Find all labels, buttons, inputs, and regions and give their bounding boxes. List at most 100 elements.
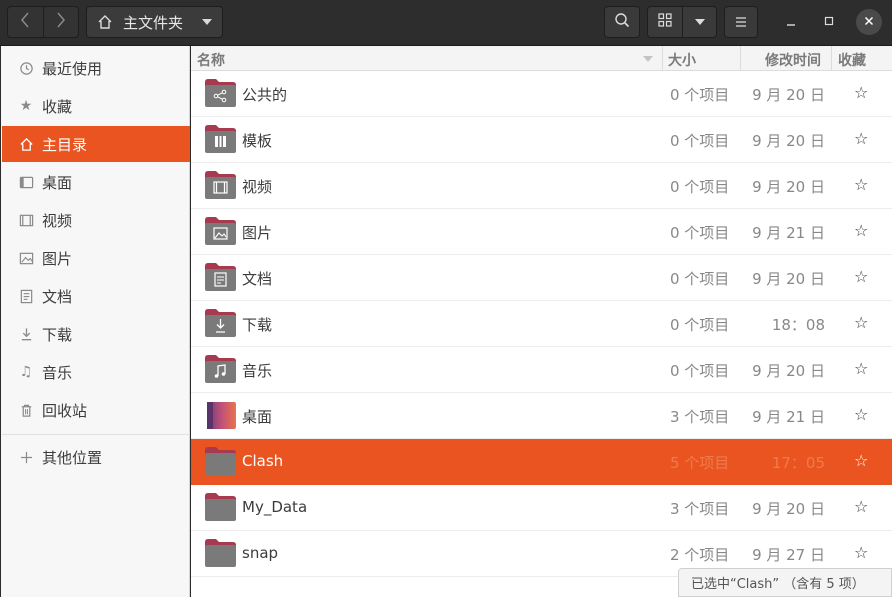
file-name: 公共的 <box>242 86 288 104</box>
star-toggle-icon[interactable]: ☆ <box>854 451 868 470</box>
sidebar-item-videos[interactable]: 视频 <box>2 202 190 238</box>
file-modified: 9 月 21 日 <box>752 224 825 242</box>
plus-icon <box>18 449 34 465</box>
star-toggle-icon[interactable]: ☆ <box>854 359 868 378</box>
file-modified: 9 月 20 日 <box>752 178 825 196</box>
sidebar-item-recent[interactable]: 最近使用 <box>2 50 190 86</box>
sidebar-item-home[interactable]: 主目录 <box>2 126 190 162</box>
close-button[interactable] <box>856 9 882 35</box>
sidebar-item-label: 最近使用 <box>42 59 103 78</box>
table-row[interactable]: My_Data 3 个项目 9 月 20 日 ☆ <box>191 485 892 531</box>
path-label: 主文件夹 <box>123 13 184 32</box>
maximize-button[interactable] <box>816 9 842 35</box>
sidebar-item-label: 收藏 <box>42 97 73 116</box>
maximize-icon <box>824 14 834 30</box>
star-toggle-icon[interactable]: ☆ <box>854 405 868 424</box>
minimize-button[interactable] <box>778 9 804 35</box>
file-name: 桌面 <box>242 408 273 426</box>
sidebar-item-label: 视频 <box>42 211 73 230</box>
star-toggle-icon[interactable]: ☆ <box>854 221 868 240</box>
sidebar-item-label: 主目录 <box>42 135 88 154</box>
file-size: 2 个项目 <box>670 546 730 564</box>
table-row[interactable]: 文档 0 个项目 9 月 20 日 ☆ <box>191 255 892 301</box>
table-row[interactable]: 模板 0 个项目 9 月 20 日 ☆ <box>191 117 892 163</box>
menu-button[interactable] <box>724 6 758 38</box>
sidebar-item-documents[interactable]: 文档 <box>2 278 190 314</box>
sidebar-item-other-locations[interactable]: 其他位置 <box>2 439 190 475</box>
sidebar-item-downloads[interactable]: 下载 <box>2 316 190 352</box>
file-name: 下载 <box>242 316 273 334</box>
column-header-modified[interactable]: 修改时间 <box>765 50 821 70</box>
file-name: snap <box>242 544 279 562</box>
folder-icon <box>204 538 237 568</box>
home-icon <box>18 136 34 152</box>
file-modified: 9 月 27 日 <box>752 546 825 564</box>
file-size: 0 个项目 <box>670 316 730 334</box>
sidebar-item-starred[interactable]: ★ 收藏 <box>2 88 190 124</box>
folder-icon <box>204 446 237 476</box>
clock-icon <box>18 60 34 76</box>
search-icon <box>614 12 630 32</box>
folder-templates-icon <box>204 124 237 154</box>
chevron-right-icon <box>56 12 66 33</box>
grid-view-button[interactable] <box>648 7 682 37</box>
star-toggle-icon[interactable]: ☆ <box>854 313 868 332</box>
table-row[interactable]: 公共的 0 个项目 9 月 20 日 ☆ <box>191 71 892 117</box>
path-bar-home[interactable]: 主文件夹 <box>86 6 223 38</box>
file-modified: 9 月 20 日 <box>752 500 825 518</box>
folder-pictures-icon <box>204 216 237 246</box>
sidebar-divider <box>2 434 190 435</box>
table-row[interactable]: 下载 0 个项目 18：08 ☆ <box>191 301 892 347</box>
file-modified: 9 月 20 日 <box>752 132 825 150</box>
sidebar-item-desktop[interactable]: 桌面 <box>2 164 190 200</box>
column-header-row: 名称 大小 修改时间 收藏 <box>191 46 892 71</box>
column-header-name[interactable]: 名称 <box>197 50 225 70</box>
sidebar-item-label: 图片 <box>42 249 73 268</box>
sidebar-item-trash[interactable]: 回收站 <box>2 392 190 428</box>
file-modified: 9 月 20 日 <box>752 86 825 104</box>
download-icon <box>18 326 34 342</box>
star-toggle-icon[interactable]: ☆ <box>854 543 868 562</box>
star-toggle-icon[interactable]: ☆ <box>854 497 868 516</box>
file-name: My_Data <box>242 498 308 516</box>
table-row[interactable]: 图片 0 个项目 9 月 21 日 ☆ <box>191 209 892 255</box>
star-icon: ★ <box>19 98 33 114</box>
column-divider <box>662 46 663 71</box>
sidebar-item-label: 文档 <box>42 287 73 306</box>
column-divider <box>740 46 741 71</box>
column-divider <box>831 46 832 71</box>
forward-button[interactable] <box>42 7 79 37</box>
star-toggle-icon[interactable]: ☆ <box>854 83 868 102</box>
column-header-starred[interactable]: 收藏 <box>838 50 866 70</box>
file-modified: 9 月 20 日 <box>752 270 825 288</box>
sidebar-item-label: 回收站 <box>42 401 88 420</box>
music-icon: ♫ <box>19 364 33 380</box>
chevron-down-icon <box>202 19 212 25</box>
table-row-selected[interactable]: Clash 5 个项目 17：05 ☆ <box>191 439 892 485</box>
file-modified: 9 月 21 日 <box>752 408 825 426</box>
file-name: 视频 <box>242 178 273 196</box>
folder-downloads-icon <box>204 308 237 338</box>
sidebar-item-label: 下载 <box>42 325 73 344</box>
star-toggle-icon[interactable]: ☆ <box>854 267 868 286</box>
star-toggle-icon[interactable]: ☆ <box>854 175 868 194</box>
folder-icon <box>204 492 237 522</box>
sidebar-item-music[interactable]: ♫ 音乐 <box>2 354 190 390</box>
navigation-buttons <box>7 6 79 38</box>
file-size: 0 个项目 <box>670 362 730 380</box>
search-button[interactable] <box>604 6 640 38</box>
file-size: 0 个项目 <box>670 270 730 288</box>
table-row[interactable]: 音乐 0 个项目 9 月 20 日 ☆ <box>191 347 892 393</box>
chevron-down-icon <box>694 19 705 25</box>
star-toggle-icon[interactable]: ☆ <box>854 129 868 148</box>
column-header-size[interactable]: 大小 <box>668 50 696 70</box>
sidebar-item-pictures[interactable]: 图片 <box>2 240 190 276</box>
minimize-icon <box>786 14 796 30</box>
table-row[interactable]: 视频 0 个项目 9 月 20 日 ☆ <box>191 163 892 209</box>
file-name: 图片 <box>242 224 273 242</box>
file-name: 文档 <box>242 270 273 288</box>
view-options-button[interactable] <box>682 7 716 37</box>
back-button[interactable] <box>8 7 43 37</box>
table-row[interactable]: 桌面 3 个项目 9 月 21 日 ☆ <box>191 393 892 439</box>
file-size: 0 个项目 <box>670 178 730 196</box>
